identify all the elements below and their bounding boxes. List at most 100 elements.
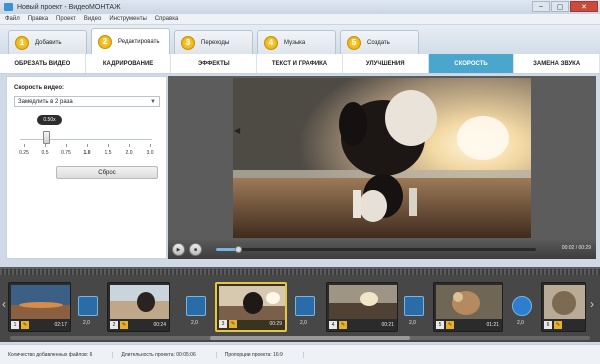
maximize-button[interactable]: ▢ <box>551 1 569 12</box>
pencil-icon[interactable]: ✎ <box>120 321 128 329</box>
play-button[interactable]: ▶ <box>172 243 185 256</box>
playback-progress[interactable] <box>216 246 536 253</box>
step-label: Переходы <box>201 39 230 46</box>
scroll-left-icon[interactable]: ‹ <box>2 297 6 311</box>
video-frame[interactable] <box>233 78 531 238</box>
slider-tick <box>24 144 25 147</box>
tab-trim[interactable]: ОБРЕЗАТЬ ВИДЕО <box>0 54 86 73</box>
step-number-badge: 4 <box>264 35 278 50</box>
timeline-clip[interactable]: 6 ✎ <box>541 282 586 332</box>
step-label: Редактировать <box>118 38 160 45</box>
clip-duration: 01:21 <box>486 322 499 328</box>
slider-tick <box>129 144 130 147</box>
step-number-badge: 3 <box>181 35 195 50</box>
chevron-down-icon: ▼ <box>150 99 156 105</box>
player-controls: ▶ ■ 00:02 / 00:29 <box>168 240 596 259</box>
timeline-clip[interactable]: 1 ✎ 02:17 <box>8 282 71 332</box>
pencil-icon[interactable]: ✎ <box>339 321 347 329</box>
tab-speed[interactable]: СКОРОСТЬ <box>428 54 515 73</box>
app-icon <box>4 3 13 11</box>
status-ratio: Пропорции проекта: 16:9 <box>225 351 304 358</box>
clip-number: 3 <box>219 320 227 328</box>
slider-tick <box>87 144 88 147</box>
menu-tools[interactable]: Инструменты <box>109 16 146 22</box>
tab-enhancements[interactable]: УЛУЧШЕНИЯ <box>343 54 429 73</box>
step-label: Создать <box>367 39 390 46</box>
menu-project[interactable]: Проект <box>56 16 76 22</box>
clip-duration: 00:21 <box>381 322 394 328</box>
timeline-clip[interactable]: 5 ✎ 01:21 <box>433 282 503 332</box>
slider-tick-label: 2.0 <box>125 150 133 156</box>
stop-button[interactable]: ■ <box>189 243 202 256</box>
speed-slider-track[interactable] <box>20 139 152 140</box>
clip-duration: 00:24 <box>153 322 166 328</box>
clip-thumbnail <box>11 285 70 319</box>
slider-tick <box>150 144 151 147</box>
step-number-badge: 1 <box>15 35 29 50</box>
clip-number: 4 <box>329 321 337 329</box>
edit-subtabs: ОБРЕЗАТЬ ВИДЕО КАДРИРОВАНИЕ ЭФФЕКТЫ ТЕКС… <box>0 54 600 74</box>
transition-icon[interactable] <box>78 296 98 316</box>
timeline: ‹ › 1 ✎ 02:17 2,0 2 ✎ 00:24 2,0 3 ✎ 00:2… <box>0 267 600 342</box>
pencil-icon[interactable]: ✎ <box>446 321 454 329</box>
clip-thumbnail <box>436 285 502 319</box>
menu-help[interactable]: Справка <box>155 16 179 22</box>
menu-video[interactable]: Видео <box>84 16 102 22</box>
playback-knob[interactable] <box>235 246 243 253</box>
step-music[interactable]: 4 Музыка <box>257 30 336 54</box>
timeline-clip[interactable]: 2 ✎ 00:24 <box>107 282 170 332</box>
step-label: Музыка <box>284 39 306 46</box>
scroll-right-icon[interactable]: › <box>590 297 594 311</box>
timeline-clip[interactable]: 4 ✎ 00:21 <box>326 282 398 332</box>
arrow-left-icon: ◀ <box>234 126 241 135</box>
clip-number: 5 <box>436 321 444 329</box>
transition-icon[interactable] <box>512 296 532 316</box>
step-create[interactable]: 5 Создать <box>340 30 419 54</box>
step-label: Добавить <box>35 39 62 46</box>
timeline-clip-active[interactable]: 3 ✎ 00:29 <box>215 282 287 332</box>
timeline-ruler <box>0 269 600 275</box>
slider-tick <box>45 144 46 147</box>
clip-thumbnail <box>329 285 397 319</box>
tab-effects[interactable]: ЭФФЕКТЫ <box>171 54 258 73</box>
pencil-icon[interactable]: ✎ <box>21 321 29 329</box>
stop-icon: ■ <box>193 246 198 253</box>
slider-tick-label: 1.5 <box>104 150 112 156</box>
status-file-count: Количество добавленных файлов: 6 <box>8 351 114 358</box>
menu-edit[interactable]: Правка <box>28 16 48 22</box>
slider-tick <box>108 144 109 147</box>
transition-icon[interactable] <box>404 296 424 316</box>
clip-number: 1 <box>11 321 19 329</box>
window-title: Новый проект - ВидеоМОНТАЖ <box>17 3 121 11</box>
tab-replace-audio[interactable]: ЗАМЕНА ЗВУКА <box>514 54 600 73</box>
speed-slider-thumb[interactable] <box>43 131 50 144</box>
scrollbar-thumb[interactable] <box>210 336 410 340</box>
play-icon: ▶ <box>176 246 181 253</box>
transition-icon[interactable] <box>186 296 206 316</box>
transition-icon[interactable] <box>295 296 315 316</box>
tab-text-graphics[interactable]: ТЕКСТ И ГРАФИКА <box>257 54 343 73</box>
menu-file[interactable]: Файл <box>5 16 20 22</box>
speed-select[interactable]: Замедлить в 2 раза ▼ <box>14 96 160 107</box>
transition-duration: 2,0 <box>83 320 90 326</box>
step-add[interactable]: 1 Добавить <box>8 30 87 54</box>
reset-button[interactable]: Сброс <box>56 166 158 179</box>
speed-label: Скорость видео: <box>14 85 64 91</box>
minimize-button[interactable]: – <box>532 1 550 12</box>
video-preview: ◀ <box>168 76 596 240</box>
timeline-scrollbar[interactable] <box>10 336 590 340</box>
pencil-icon[interactable]: ✎ <box>554 321 562 329</box>
pencil-icon[interactable]: ✎ <box>229 320 237 328</box>
tab-crop[interactable]: КАДРИРОВАНИЕ <box>86 54 172 73</box>
title-bar: Новый проект - ВидеоМОНТАЖ – ▢ ✕ <box>0 0 600 14</box>
step-tabs: 1 Добавить 2 Редактировать 3 Переходы 4 … <box>0 25 600 54</box>
clip-thumbnail <box>110 285 169 319</box>
transition-duration: 2,0 <box>409 320 416 326</box>
clip-duration: 00:29 <box>269 321 282 327</box>
step-edit[interactable]: 2 Редактировать <box>91 28 170 54</box>
close-button[interactable]: ✕ <box>570 1 598 12</box>
step-transitions[interactable]: 3 Переходы <box>174 30 253 54</box>
menu-bar: Файл Правка Проект Видео Инструменты Спр… <box>0 14 600 25</box>
speed-select-value: Замедлить в 2 раза <box>18 99 73 105</box>
speed-value-bubble: 0.50x <box>37 115 62 125</box>
